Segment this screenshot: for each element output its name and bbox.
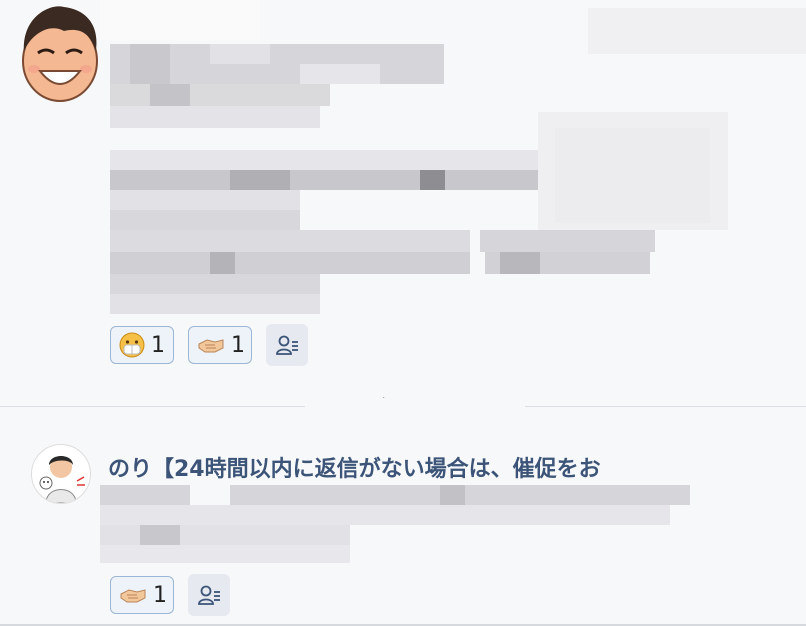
readers-button[interactable]	[188, 574, 230, 616]
redacted-header-area	[100, 0, 260, 40]
redacted-timestamp-area	[615, 446, 806, 484]
readers-button[interactable]	[266, 324, 308, 366]
readers-icon	[198, 585, 220, 605]
readers-icon	[276, 335, 298, 355]
mask-face-icon	[119, 331, 145, 359]
reaction-mask-face[interactable]: 1	[110, 326, 174, 364]
avatar[interactable]	[31, 444, 91, 504]
reaction-handshake[interactable]: 1	[188, 326, 252, 364]
avatar-illustration	[39, 456, 85, 503]
redacted-timestamp-area	[588, 8, 806, 54]
redacted-attachment-inner	[555, 128, 710, 223]
reaction-count: 1	[231, 332, 245, 358]
handshake-icon	[197, 331, 225, 359]
reaction-count: 1	[153, 582, 167, 608]
message-author[interactable]: のり【24時間以内に返信がない場合は、催促をお	[108, 451, 628, 483]
reaction-count: 1	[151, 332, 165, 358]
reaction-handshake[interactable]: 1	[110, 576, 174, 614]
avatar[interactable]	[20, 3, 100, 103]
redacted-date-area	[305, 398, 525, 446]
handshake-icon	[119, 581, 147, 609]
avatar-illustration	[22, 6, 98, 102]
